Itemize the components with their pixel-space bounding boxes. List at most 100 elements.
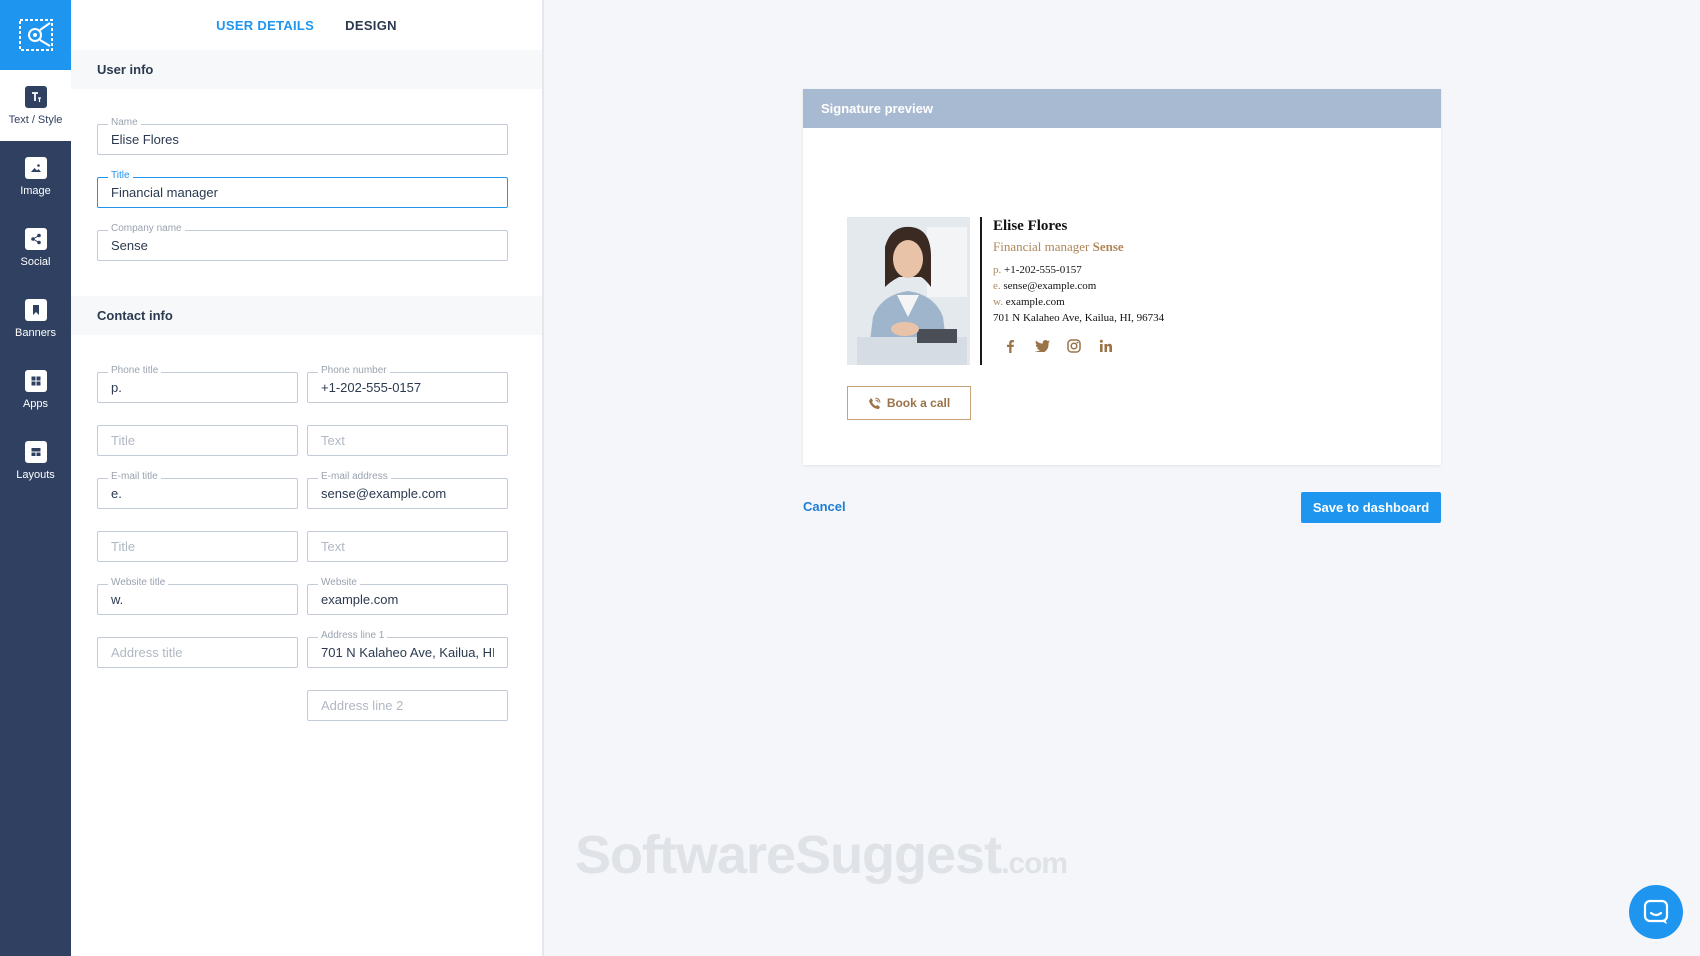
signature-details: Elise Flores Financial manager Sense p. …: [993, 217, 1293, 354]
address-line2-input[interactable]: [308, 691, 507, 720]
signature-contact-lines: p. +1-202-555-0157 e. sense@example.com …: [993, 264, 1293, 325]
rail-item-apps[interactable]: Apps: [0, 354, 71, 425]
chat-icon: [1643, 899, 1669, 924]
extra-text-field-2: [307, 531, 508, 562]
phone-number-label: Phone number: [318, 365, 390, 377]
text-style-icon: [24, 85, 47, 108]
phone-icon: [868, 397, 881, 409]
chat-launcher-button[interactable]: [1629, 885, 1683, 939]
company-name-field: Company name: [97, 223, 508, 261]
signature-email-line: e. sense@example.com: [993, 280, 1293, 293]
panel-tabs: USER DETAILS DESIGN: [71, 0, 542, 50]
address-line1-field: Address line 1: [307, 630, 508, 668]
watermark-main: SoftwareSuggest: [575, 825, 1002, 885]
rail-item-label: Layouts: [16, 468, 55, 481]
extra-title-input-2[interactable]: [98, 532, 297, 561]
title-label: Title: [108, 170, 133, 182]
rail-item-label: Banners: [15, 326, 56, 339]
website-title-label: Website title: [108, 577, 169, 589]
twitter-icon[interactable]: [1034, 338, 1050, 354]
rail-item-label: Social: [20, 255, 51, 268]
rail-item-social[interactable]: Social: [0, 212, 71, 283]
extra-text-input[interactable]: [308, 426, 507, 455]
extra-text-input-2[interactable]: [308, 532, 507, 561]
bookmark-icon: [24, 298, 47, 321]
signature-website[interactable]: example.com: [1006, 296, 1065, 308]
signature-address: 701 N Kalaheo Ave, Kailua, HI, 96734: [993, 312, 1165, 324]
watermark-suffix: .com: [1001, 847, 1068, 880]
extra-title-field: [97, 425, 298, 456]
address-line1-label: Address line 1: [318, 630, 388, 642]
watermark: SoftwareSuggest.com: [575, 824, 1068, 886]
signature-divider: [980, 217, 982, 365]
name-label: Name: [108, 117, 141, 129]
name-input[interactable]: [98, 125, 507, 154]
website-title-field: Website title: [97, 577, 298, 615]
signature-website-line: w. example.com: [993, 296, 1293, 309]
linkedin-icon[interactable]: [1098, 338, 1114, 354]
rail-item-layouts[interactable]: Layouts: [0, 425, 71, 496]
save-to-dashboard-button[interactable]: Save to dashboard: [1301, 492, 1441, 523]
rail-item-label: Text / Style: [8, 113, 63, 126]
rail-item-label: Apps: [22, 397, 49, 410]
signature-email[interactable]: sense@example.com: [1003, 280, 1096, 292]
signature-company: Sense: [1092, 239, 1124, 254]
signature-title: Financial manager: [993, 239, 1090, 254]
email-title-field: E-mail title: [97, 471, 298, 509]
rail-item-text-style[interactable]: Text / Style: [0, 70, 71, 141]
phone-prefix: p.: [993, 264, 1002, 276]
company-name-label: Company name: [108, 223, 185, 235]
website-label: Website: [318, 577, 360, 589]
website-title-input[interactable]: [98, 585, 297, 614]
website-input[interactable]: [308, 585, 507, 614]
extra-text-field: [307, 425, 508, 456]
phone-title-label: Phone title: [108, 365, 162, 377]
instagram-icon[interactable]: [1066, 338, 1082, 354]
apps-grid-icon: [24, 369, 47, 392]
email-signature-logo-icon: [18, 19, 53, 51]
facebook-icon[interactable]: [1002, 338, 1018, 354]
signature-social-icons: [993, 338, 1293, 354]
website-prefix: w.: [993, 296, 1003, 308]
extra-title-field-2: [97, 531, 298, 562]
rail-item-label: Image: [20, 184, 51, 197]
left-rail: Text / Style Image Social Banners Apps L…: [0, 0, 71, 956]
address-line1-input[interactable]: [308, 638, 507, 667]
email-prefix: e.: [993, 280, 1001, 292]
image-icon: [24, 156, 47, 179]
signature-preview-card: Signature preview Elise Flores Financial…: [803, 89, 1441, 465]
address-title-input[interactable]: [98, 638, 297, 667]
website-field: Website: [307, 577, 508, 615]
contact-info-heading: Contact info: [71, 296, 542, 335]
email-title-label: E-mail title: [108, 471, 161, 483]
email-address-input[interactable]: [308, 479, 507, 508]
rail-item-image[interactable]: Image: [0, 141, 71, 212]
signature-name: Elise Flores: [993, 218, 1068, 234]
phone-title-field: Phone title: [97, 365, 298, 403]
title-input[interactable]: [98, 178, 507, 207]
company-name-input[interactable]: [98, 231, 507, 260]
signature-phone[interactable]: +1-202-555-0157: [1004, 264, 1082, 276]
rail-item-banners[interactable]: Banners: [0, 283, 71, 354]
email-address-field: E-mail address: [307, 471, 508, 509]
book-a-call-button[interactable]: Book a call: [847, 386, 971, 420]
title-field: Title: [97, 170, 508, 208]
email-address-label: E-mail address: [318, 471, 391, 483]
signature-phone-line: p. +1-202-555-0157: [993, 264, 1293, 277]
extra-title-input[interactable]: [98, 426, 297, 455]
layouts-icon: [24, 440, 47, 463]
email-title-input[interactable]: [98, 479, 297, 508]
tab-design[interactable]: DESIGN: [345, 18, 397, 33]
signature-preview-heading: Signature preview: [803, 89, 1441, 128]
share-icon: [24, 227, 47, 250]
phone-number-field: Phone number: [307, 365, 508, 403]
phone-title-input[interactable]: [98, 373, 297, 402]
app-logo[interactable]: [0, 0, 71, 70]
cancel-button[interactable]: Cancel: [803, 499, 846, 514]
address-line2-field: [307, 690, 508, 721]
user-info-heading: User info: [71, 50, 542, 89]
phone-number-input[interactable]: [308, 373, 507, 402]
tab-user-details[interactable]: USER DETAILS: [216, 18, 314, 33]
user-details-panel: USER DETAILS DESIGN User info Name Title…: [71, 0, 544, 956]
address-title-field: [97, 637, 298, 668]
